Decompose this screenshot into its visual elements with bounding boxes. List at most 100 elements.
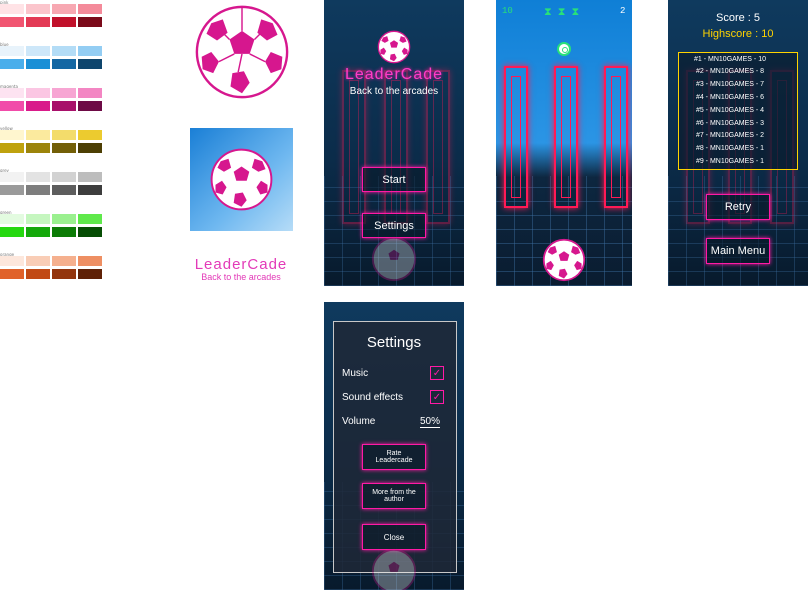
color-swatch bbox=[78, 256, 102, 266]
menu-title: LeaderCade bbox=[344, 66, 444, 83]
game-screen: 10 2 ⧗ ⧗ ⧗ bbox=[496, 0, 632, 286]
palette-row bbox=[0, 185, 102, 195]
soccer-ball-icon bbox=[210, 148, 273, 211]
color-swatch bbox=[0, 46, 24, 56]
color-swatch bbox=[52, 4, 76, 14]
color-swatch bbox=[52, 88, 76, 98]
color-swatch bbox=[0, 59, 24, 69]
palette-row bbox=[0, 143, 102, 153]
palette-row bbox=[0, 59, 102, 69]
hourglass-icon: ⧗ bbox=[557, 5, 566, 18]
color-swatch bbox=[52, 185, 76, 195]
leaderboard-row: #4 - MN10GAMES - 6 bbox=[695, 93, 765, 101]
soccer-ball-logo bbox=[195, 5, 289, 99]
color-swatch bbox=[78, 17, 102, 27]
color-swatch bbox=[78, 59, 102, 69]
color-swatch bbox=[26, 17, 50, 27]
color-swatch bbox=[0, 185, 24, 195]
music-checkbox[interactable]: ✓ bbox=[430, 366, 444, 380]
start-button[interactable]: Start bbox=[362, 167, 426, 192]
leaderboard-row: #7 - MN10GAMES - 2 bbox=[695, 132, 765, 140]
color-swatch bbox=[26, 4, 50, 14]
color-swatch bbox=[78, 269, 102, 279]
more-from-author-button[interactable]: More from the author bbox=[362, 483, 426, 509]
color-swatch bbox=[52, 172, 76, 182]
color-swatch bbox=[0, 130, 24, 140]
retry-button[interactable]: Retry bbox=[706, 194, 770, 220]
palette-row bbox=[0, 172, 102, 182]
more-label-line2: author bbox=[384, 496, 404, 503]
settings-button[interactable]: Settings bbox=[362, 213, 426, 238]
color-swatch bbox=[52, 227, 76, 237]
left-counter: 10 bbox=[502, 6, 513, 16]
target-icon bbox=[557, 42, 571, 56]
color-swatch bbox=[26, 227, 50, 237]
rate-button[interactable]: Rate Leadercade bbox=[362, 444, 426, 470]
color-swatch bbox=[78, 101, 102, 111]
leaderboard-row: #1 - MN10GAMES - 10 bbox=[694, 55, 766, 63]
color-palette: pink blue magenta yellow grey green orange bbox=[0, 0, 160, 285]
leaderboard-row: #2 - MN10GAMES - 8 bbox=[695, 68, 765, 76]
palette-row bbox=[0, 101, 102, 111]
pillar-right bbox=[604, 66, 628, 208]
close-button[interactable]: Close bbox=[362, 524, 426, 550]
leaderboard-row: #6 - MN10GAMES - 3 bbox=[695, 119, 765, 127]
logo-title: LeaderCade bbox=[194, 256, 288, 273]
color-swatch bbox=[52, 269, 76, 279]
color-swatch bbox=[0, 172, 24, 182]
palette-row bbox=[0, 88, 102, 98]
pillar-left bbox=[504, 66, 528, 208]
hourglass-icon: ⧗ bbox=[571, 5, 580, 18]
palette-row bbox=[0, 256, 102, 266]
color-swatch bbox=[0, 4, 24, 14]
volume-value[interactable]: 50% bbox=[420, 416, 441, 428]
color-swatch bbox=[0, 227, 24, 237]
lives-bar: ⧗ ⧗ ⧗ bbox=[544, 5, 579, 19]
more-label-line1: More from the bbox=[372, 489, 416, 496]
hourglass-icon: ⧗ bbox=[544, 5, 552, 18]
leaderboard-row: #9 - MN10GAMES - 1 bbox=[695, 157, 765, 165]
color-swatch bbox=[52, 59, 76, 69]
color-swatch bbox=[26, 143, 50, 153]
main-menu-button[interactable]: Main Menu bbox=[706, 238, 770, 264]
color-swatch bbox=[52, 101, 76, 111]
color-swatch bbox=[52, 143, 76, 153]
sound-label: Sound effects bbox=[342, 392, 403, 403]
color-swatch bbox=[26, 130, 50, 140]
color-swatch bbox=[78, 130, 102, 140]
color-swatch bbox=[0, 17, 24, 27]
leaderboard-row: #5 - MN10GAMES - 4 bbox=[695, 106, 765, 114]
palette-row bbox=[0, 4, 102, 14]
color-swatch bbox=[26, 101, 50, 111]
color-swatch bbox=[52, 214, 76, 224]
color-swatch bbox=[26, 88, 50, 98]
leaderboard-row: #3 - MN10GAMES - 7 bbox=[695, 81, 765, 89]
color-swatch bbox=[26, 172, 50, 182]
color-swatch bbox=[0, 143, 24, 153]
color-swatch bbox=[26, 214, 50, 224]
color-swatch bbox=[78, 88, 102, 98]
settings-ball-faded bbox=[371, 548, 417, 590]
color-swatch bbox=[52, 130, 76, 140]
color-swatch bbox=[52, 17, 76, 27]
color-swatch bbox=[78, 185, 102, 195]
color-swatch bbox=[78, 4, 102, 14]
app-icon-tile bbox=[190, 128, 293, 231]
rate-label-line2: Leadercade bbox=[375, 457, 413, 464]
pillar-middle bbox=[554, 66, 578, 208]
settings-title: Settings bbox=[366, 334, 422, 351]
color-swatch bbox=[0, 269, 24, 279]
menu-subtitle: Back to the arcades bbox=[349, 86, 439, 97]
menu-ball-faded bbox=[371, 236, 417, 282]
sound-checkbox[interactable]: ✓ bbox=[430, 390, 444, 404]
right-counter: 2 bbox=[620, 6, 626, 16]
color-swatch bbox=[26, 59, 50, 69]
settings-screen: Settings Music ✓ Sound effects ✓ Volume … bbox=[324, 302, 464, 590]
color-swatch bbox=[0, 214, 24, 224]
rate-label-line1: Rate bbox=[386, 450, 402, 457]
highscore-text: Highscore : 10 bbox=[702, 28, 774, 40]
color-swatch bbox=[78, 143, 102, 153]
color-swatch bbox=[78, 227, 102, 237]
score-text: Score : 5 bbox=[715, 12, 761, 24]
menu-ball-logo bbox=[377, 30, 411, 64]
